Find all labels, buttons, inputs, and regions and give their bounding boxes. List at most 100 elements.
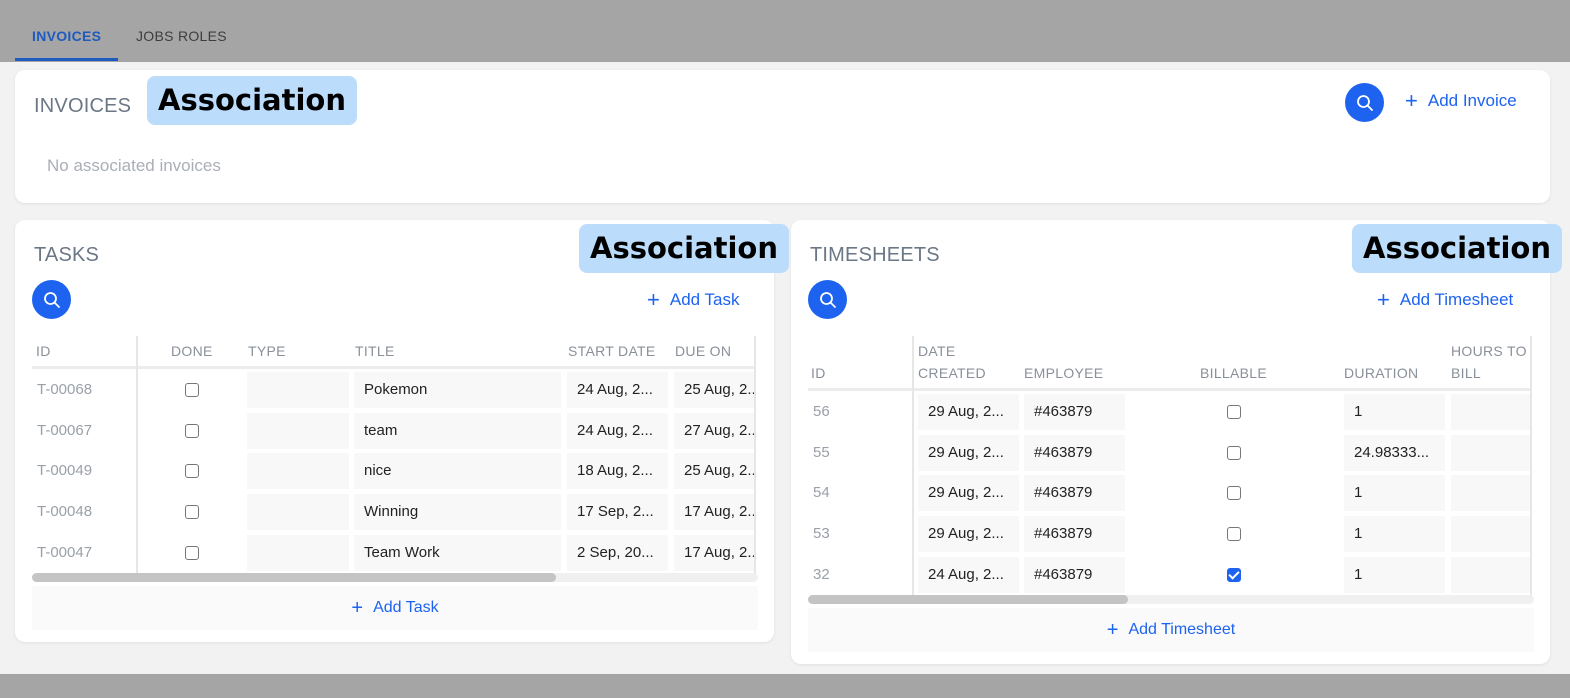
checkbox-icon[interactable]: [1227, 486, 1241, 500]
task-id[interactable]: T-00049: [37, 453, 92, 489]
task-title[interactable]: nice: [354, 453, 561, 489]
timesheet-id[interactable]: 54: [813, 475, 830, 511]
active-tab-indicator: [15, 58, 118, 61]
timesheet-duration: 1: [1344, 475, 1445, 511]
association-label: Association: [147, 76, 357, 125]
checkbox-icon[interactable]: [185, 505, 199, 519]
scrollbar-thumb[interactable]: [32, 573, 556, 582]
invoices-search-button[interactable]: [1345, 83, 1384, 122]
task-title[interactable]: Winning: [354, 494, 561, 530]
checkbox-icon[interactable]: [185, 464, 199, 478]
timesheet-id[interactable]: 53: [813, 516, 830, 552]
task-title[interactable]: Pokemon: [354, 372, 561, 408]
task-start-date: 24 Aug, 2...: [567, 372, 668, 408]
header-divider: [32, 366, 756, 369]
checkbox-icon[interactable]: [185, 546, 199, 560]
timesheet-id[interactable]: 32: [813, 557, 830, 593]
footer-add-task-button[interactable]: + Add Task: [32, 586, 758, 630]
table-right-edge: [754, 336, 756, 576]
footer-add-timesheet-label: Add Timesheet: [1128, 621, 1236, 638]
task-start-date: 2 Sep, 20...: [567, 535, 668, 571]
add-invoice-button[interactable]: + Add Invoice: [1405, 90, 1517, 112]
column-header-done[interactable]: DONE: [171, 340, 213, 362]
invoices-card: INVOICES Association + Add Invoice No as…: [15, 70, 1550, 203]
task-due-on: 25 Aug, 2...: [674, 453, 754, 489]
plus-icon: +: [1106, 618, 1119, 641]
timesheet-date-created: 29 Aug, 2...: [918, 394, 1019, 430]
task-due-on: 17 Aug, 2...: [674, 494, 754, 530]
top-tab-bar: INVOICES JOBS ROLES: [0, 0, 1570, 62]
timesheet-duration: 1: [1344, 557, 1445, 593]
timesheet-employee[interactable]: #463879: [1024, 475, 1125, 511]
frozen-column-divider: [136, 336, 138, 576]
column-header-due-on[interactable]: DUE ON: [675, 340, 731, 362]
task-due-on: 17 Aug, 2...: [674, 535, 754, 571]
task-type: [247, 372, 349, 408]
column-header-hours-to-bill-line1: HOURS TO: [1451, 343, 1527, 359]
timesheets-table: ID DATE CREATED EMPLOYEE BILLABLE DURATI…: [808, 336, 1534, 598]
add-timesheet-label: Add Timesheet: [1399, 290, 1514, 309]
timesheet-hours-to-bill: [1451, 516, 1530, 552]
checkbox-icon[interactable]: [1227, 405, 1241, 419]
timesheet-id[interactable]: 55: [813, 435, 830, 471]
task-id[interactable]: T-00047: [37, 535, 92, 571]
column-header-billable[interactable]: BILLABLE: [1200, 362, 1267, 384]
tab-jobs-roles[interactable]: JOBS ROLES: [136, 28, 227, 44]
timesheets-card: TIMESHEETS Association + Add Timesheet I…: [791, 220, 1562, 664]
association-label: Association: [1352, 224, 1562, 273]
task-start-date: 18 Aug, 2...: [567, 453, 668, 489]
checkbox-icon[interactable]: [1227, 446, 1241, 460]
add-task-label: Add Task: [669, 290, 740, 309]
column-header-date-created-line2: CREATED: [918, 365, 986, 381]
column-header-type[interactable]: TYPE: [248, 340, 286, 362]
task-due-on: 27 Aug, 2...: [674, 413, 754, 449]
column-header-hours-to-bill[interactable]: HOURS TO BILL: [1451, 340, 1527, 384]
tasks-table: ID DONE TYPE TITLE START DATE DUE ON T-0…: [32, 336, 758, 576]
timesheet-id[interactable]: 56: [813, 394, 830, 430]
timesheet-hours-to-bill: [1451, 394, 1530, 430]
timesheet-duration: 1: [1344, 394, 1445, 430]
column-header-date-created[interactable]: DATE CREATED: [918, 340, 986, 384]
search-icon: [43, 291, 60, 308]
column-header-start-date[interactable]: START DATE: [568, 340, 656, 362]
column-header-employee[interactable]: EMPLOYEE: [1024, 362, 1103, 384]
checkbox-icon[interactable]: [185, 424, 199, 438]
timesheet-hours-to-bill: [1451, 475, 1530, 511]
column-header-id[interactable]: ID: [811, 362, 826, 384]
task-due-on: 25 Aug, 2...: [674, 372, 754, 408]
task-type: [247, 494, 349, 530]
task-id[interactable]: T-00048: [37, 494, 92, 530]
column-header-duration[interactable]: DURATION: [1344, 362, 1418, 384]
tasks-search-button[interactable]: [32, 280, 71, 319]
timesheet-employee[interactable]: #463879: [1024, 394, 1125, 430]
plus-icon: +: [351, 596, 364, 619]
checkbox-icon[interactable]: [1227, 568, 1241, 582]
task-id[interactable]: T-00067: [37, 413, 92, 449]
bottom-bar: [0, 674, 1570, 698]
task-start-date: 24 Aug, 2...: [567, 413, 668, 449]
timesheet-employee[interactable]: #463879: [1024, 516, 1125, 552]
plus-icon: +: [647, 287, 660, 312]
timesheet-employee[interactable]: #463879: [1024, 435, 1125, 471]
add-timesheet-button[interactable]: + Add Timesheet: [1377, 289, 1513, 311]
checkbox-icon[interactable]: [185, 383, 199, 397]
scrollbar-thumb[interactable]: [808, 595, 1128, 604]
tab-invoices[interactable]: INVOICES: [32, 28, 101, 44]
task-id[interactable]: T-00068: [37, 372, 92, 408]
timesheets-search-button[interactable]: [808, 280, 847, 319]
plus-icon: +: [1377, 287, 1390, 312]
task-type: [247, 535, 349, 571]
checkbox-icon[interactable]: [1227, 527, 1241, 541]
footer-add-timesheet-button[interactable]: + Add Timesheet: [808, 608, 1534, 652]
column-header-id[interactable]: ID: [36, 340, 51, 362]
header-divider: [808, 388, 1532, 391]
invoices-empty-text: No associated invoices: [47, 156, 221, 175]
column-header-title[interactable]: TITLE: [355, 340, 395, 362]
search-icon: [1356, 94, 1373, 111]
task-title[interactable]: team: [354, 413, 561, 449]
tasks-title: TASKS: [34, 244, 100, 266]
add-task-button[interactable]: + Add Task: [647, 289, 739, 311]
task-title[interactable]: Team Work: [354, 535, 561, 571]
timesheet-employee[interactable]: #463879: [1024, 557, 1125, 593]
timesheet-date-created: 29 Aug, 2...: [918, 475, 1019, 511]
